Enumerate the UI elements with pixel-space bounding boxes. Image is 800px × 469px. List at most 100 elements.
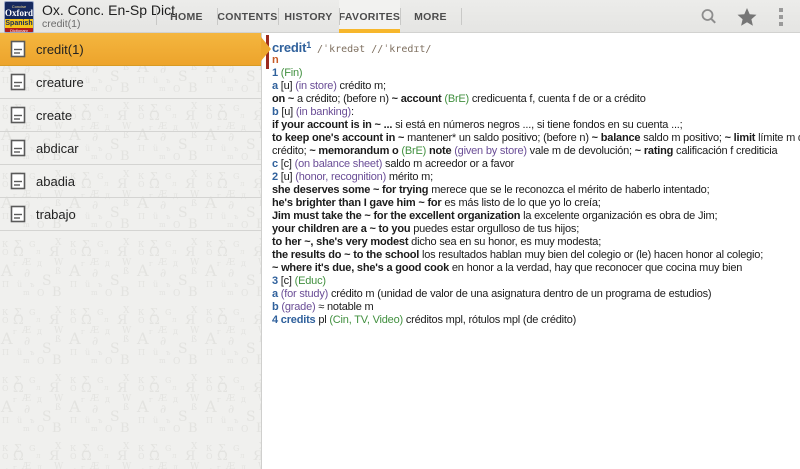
watermark-glyph: ∂ (92, 403, 98, 415)
watermark-glyph: S (42, 342, 52, 356)
watermark-glyph: л (36, 453, 40, 460)
watermark-glyph: д (241, 396, 246, 404)
watermark-glyph: B (256, 286, 261, 299)
watermark-glyph: S (178, 342, 188, 356)
word-list-item[interactable]: abadia (0, 165, 261, 198)
watermark-glyph: г (149, 261, 153, 268)
favorite-button[interactable] (728, 0, 766, 33)
entry-line: she deserves some ~ for trying merece qu… (272, 184, 800, 197)
watermark-glyph: B (52, 422, 62, 435)
tab-favorites[interactable]: FAVORITES (339, 0, 400, 33)
watermark-glyph: ü (221, 417, 226, 425)
watermark-glyph: ъ (234, 282, 238, 289)
app-logo-icon[interactable]: Concise Oxford Spanish Dictionary (4, 1, 34, 33)
watermark-glyph: л (240, 317, 244, 324)
watermark-glyph: O (105, 358, 112, 367)
word-list-item[interactable]: credit(1) (0, 33, 261, 66)
watermark-glyph: л (240, 453, 244, 460)
entry-line: b (grade) ≈ notable m (272, 301, 800, 314)
word-list-item[interactable]: create (0, 99, 261, 132)
watermark-glyph: г (217, 329, 221, 336)
entry-line: 2 [u] (honor, recognition) mérito m; (272, 171, 800, 184)
tab-label: FAVORITES (339, 11, 400, 23)
watermark-glyph: ∂ (228, 267, 234, 279)
watermark-glyph: O (206, 453, 213, 461)
watermark-glyph: S (246, 342, 256, 356)
watermark-glyph: д (173, 464, 178, 469)
watermark-glyph: ъ (30, 418, 34, 425)
entry-line: ~ where it's due, she's a good cook en h… (272, 262, 800, 275)
entry-line: Jim must take the ~ for the excellent or… (272, 210, 800, 223)
overflow-menu-button[interactable] (766, 0, 796, 33)
watermark-glyph: ß (123, 404, 129, 413)
watermark-glyph: д (173, 396, 178, 404)
watermark-glyph: ∂ (92, 335, 98, 347)
watermark-glyph: A (205, 331, 217, 347)
watermark-glyph: m (159, 358, 166, 365)
watermark-glyph: A (137, 263, 149, 279)
watermark-glyph: ∂ (24, 335, 30, 347)
watermark-glyph: O (37, 290, 44, 299)
watermark-glyph: П (2, 417, 9, 425)
watermark-glyph: г (13, 261, 17, 268)
watermark-glyph: O (206, 317, 213, 325)
watermark-glyph: ъ (166, 350, 170, 357)
watermark-glyph: д (37, 396, 42, 404)
watermark-glyph: S (42, 274, 52, 288)
watermark-glyph: П (2, 349, 9, 357)
watermark-glyph: G (165, 241, 171, 249)
watermark-glyph: л (240, 385, 244, 392)
watermark-glyph: д (37, 328, 42, 336)
main-area: ΣGXКΩЯOлÆдWгA∂ßSüПъmOBΣGXКΩЯOлÆдWгA∂ßSüП… (0, 33, 800, 469)
watermark-glyph: G (97, 445, 103, 453)
document-icon (10, 205, 26, 223)
watermark-glyph: S (110, 410, 120, 424)
watermark-glyph: ß (191, 336, 197, 345)
document-icon (10, 172, 26, 190)
word-list-item[interactable]: trabajo (0, 198, 261, 231)
watermark-glyph: O (173, 290, 180, 299)
favorites-sidebar: ΣGXКΩЯOлÆдWгA∂ßSüПъmOBΣGXКΩЯOлÆдWгA∂ßSüП… (0, 33, 262, 469)
watermark-glyph: г (217, 261, 221, 268)
watermark-glyph: д (105, 464, 110, 469)
watermark-glyph: O (2, 385, 9, 393)
watermark-glyph: ∂ (92, 267, 98, 279)
word-list-item[interactable]: abdicar (0, 132, 261, 165)
tab-more[interactable]: MORE (400, 0, 461, 33)
tab-home[interactable]: HOME (156, 0, 217, 33)
entry-line: the results do ~ to the school los resul… (272, 249, 800, 262)
watermark-glyph: Æ (90, 463, 99, 469)
watermark-glyph: m (227, 426, 234, 433)
watermark-glyph: ü (17, 417, 22, 425)
action-bar: Concise Oxford Spanish Dictionary Ox. Co… (0, 0, 800, 33)
tab-label: HISTORY (284, 11, 332, 23)
watermark-glyph: ъ (98, 282, 102, 289)
favorite-star-icon (736, 6, 758, 28)
tab-history[interactable]: HISTORY (278, 0, 339, 33)
entry-line: a [u] (in store) crédito m; (272, 80, 800, 93)
watermark-glyph: O (105, 426, 112, 435)
watermark-glyph: G (233, 445, 239, 453)
entry-line: 4 credits pl (Cin, TV, Video) créditos m… (272, 314, 800, 327)
watermark-glyph: л (36, 249, 40, 256)
watermark-glyph: г (13, 465, 17, 469)
word-list-item[interactable]: creature (0, 66, 261, 99)
tab-contents[interactable]: CONTENTS (217, 0, 278, 33)
watermark-glyph: S (178, 410, 188, 424)
document-icon (10, 73, 26, 91)
word-label: creature (36, 75, 84, 90)
watermark-glyph: m (23, 426, 30, 433)
watermark-glyph: S (246, 410, 256, 424)
watermark-glyph: ü (17, 281, 22, 289)
watermark-glyph: A (1, 263, 13, 279)
watermark-glyph: л (172, 249, 176, 256)
dictionary-entry: credit1 /ˈkredət //ˈkredɪt/n1 (Fin)a [u]… (262, 33, 800, 327)
search-button[interactable] (690, 0, 728, 33)
entry-line: to her ~, she's very modest dicho sea en… (272, 236, 800, 249)
watermark-glyph: ü (221, 349, 226, 357)
entry-line: to keep one's account in ~ mantener* un … (272, 132, 800, 145)
watermark-glyph: B (256, 422, 261, 435)
watermark-glyph: г (81, 261, 85, 268)
watermark-glyph: S (110, 342, 120, 356)
watermark-glyph: m (227, 290, 234, 297)
